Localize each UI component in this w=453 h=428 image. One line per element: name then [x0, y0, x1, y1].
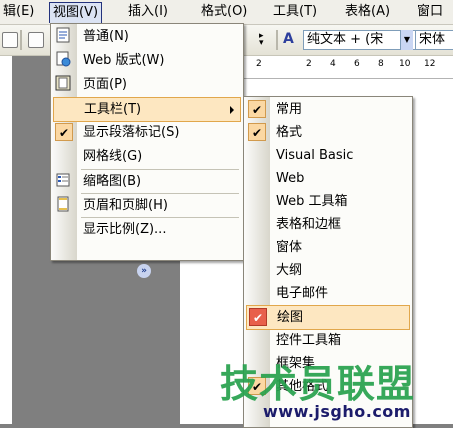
menu-view[interactable]: 视图(V) [49, 2, 103, 23]
menu-item-label: Web [276, 171, 305, 186]
check-icon: ✔ [248, 100, 266, 118]
menu-item-label: 绘图 [277, 310, 304, 325]
menu-item-label: 常用 [276, 102, 303, 117]
view-menu-item-toolbars[interactable]: 工具栏(T) [53, 97, 241, 122]
ruler-number: 2 [256, 59, 262, 69]
web-layout-icon [55, 51, 73, 69]
menu-item-label: 控件工具箱 [276, 333, 342, 348]
menu-tools[interactable]: 工具(T) [270, 3, 320, 21]
toolbar-item-tables-borders[interactable]: 表格和边框 [246, 213, 410, 236]
menu-item-label: 电子邮件 [276, 286, 329, 301]
menu-format[interactable]: 格式(O) [198, 3, 250, 21]
toolbar-separator [20, 30, 22, 50]
toolbar-item-control-toolbox[interactable]: 控件工具箱 [246, 329, 410, 352]
document-left-margin [0, 56, 12, 424]
check-icon: ✔ [249, 308, 267, 326]
style-dropdown-arrow-icon[interactable]: ▼ [400, 30, 413, 50]
watermark-logo-text: 技术员联盟 [220, 362, 416, 406]
check-icon: ✔ [55, 123, 73, 141]
view-menu-item-web-layout[interactable]: Web 版式(W) [53, 49, 241, 72]
view-menu-item-thumbnails[interactable]: 缩略图(B) [53, 170, 241, 193]
view-menu-item-normal[interactable]: 普通(N) [53, 25, 241, 48]
open-icon[interactable] [2, 32, 18, 48]
font-select[interactable]: 宋体 [415, 30, 453, 50]
toolbar-item-standard[interactable]: ✔ 常用 [246, 98, 410, 121]
toolbar-overflow-icon[interactable]: ▸ ▾ [259, 32, 269, 48]
normal-view-icon [55, 27, 73, 45]
header-footer-icon [55, 196, 73, 214]
menu-item-label: 缩略图(B) [83, 174, 142, 189]
menu-item-label: 表格和边框 [276, 217, 342, 232]
menu-item-label: 窗体 [276, 240, 303, 255]
styles-icon[interactable]: A [283, 30, 301, 48]
menu-item-label: Web 工具箱 [276, 194, 348, 209]
toolbar-item-visual-basic[interactable]: Visual Basic [246, 144, 410, 167]
menu-bar: 辑(E) 视图(V) 插入(I) 格式(O) 工具(T) 表格(A) 窗口 [0, 0, 453, 25]
view-menu-item-header-footer[interactable]: 页眉和页脚(H) [53, 194, 241, 217]
ruler-number: 10 [399, 59, 411, 69]
toolbar-item-web-tools[interactable]: Web 工具箱 [246, 190, 410, 213]
toolbar-item-drawing[interactable]: ✔ 绘图 [246, 305, 410, 330]
ruler-number: 6 [354, 59, 360, 69]
menu-item-label: 网格线(G) [83, 149, 143, 164]
view-menu-item-gridlines[interactable]: 网格线(G) [53, 145, 241, 168]
ruler-number: 12 [424, 59, 436, 69]
menu-item-label: Web 版式(W) [83, 53, 165, 68]
watermark-url: www.jsgho.com [263, 402, 411, 421]
submenu-arrow-icon [230, 106, 234, 114]
toolbar-item-formatting[interactable]: ✔ 格式 [246, 121, 410, 144]
ruler-number: 2 [306, 59, 312, 69]
toolbar-item-email[interactable]: 电子邮件 [246, 282, 410, 305]
menu-item-label: 大纲 [276, 263, 303, 278]
view-menu-item-show-paragraph-marks[interactable]: ✔ 显示段落标记(S) [53, 121, 241, 144]
menu-item-label: 格式 [276, 125, 303, 140]
toolbar-item-web[interactable]: Web [246, 167, 410, 190]
menu-table[interactable]: 表格(A) [342, 3, 393, 21]
menu-item-label: 显示段落标记(S) [83, 125, 180, 140]
menu-window[interactable]: 窗口 [414, 3, 446, 21]
thumbnail-icon [55, 172, 73, 190]
view-menu-item-zoom[interactable]: 显示比例(Z)... [53, 218, 241, 241]
check-icon: ✔ [248, 123, 266, 141]
menu-item-label: 页眉和页脚(H) [83, 198, 168, 213]
indent-marker-icon[interactable] [282, 59, 292, 66]
menu-edit[interactable]: 辑(E) [0, 3, 37, 21]
toolbar-item-outline[interactable]: 大纲 [246, 259, 410, 282]
menu-item-label: 普通(N) [83, 29, 129, 44]
ruler-number: 8 [378, 59, 384, 69]
toolbar-separator [276, 30, 278, 50]
horizontal-ruler[interactable]: 2 2 4 6 8 10 12 [244, 56, 453, 79]
menu-item-label: Visual Basic [276, 148, 354, 163]
menu-insert[interactable]: 插入(I) [125, 3, 171, 21]
menu-item-label: 工具栏(T) [84, 102, 142, 117]
view-menu-item-print-layout[interactable]: 页面(P) [53, 73, 241, 96]
ruler-number: 4 [330, 59, 336, 69]
toolbar-item-forms[interactable]: 窗体 [246, 236, 410, 259]
expand-menu-chevron-icon[interactable]: » [137, 264, 151, 278]
print-layout-icon [55, 75, 73, 93]
menu-item-label: 页面(P) [83, 77, 127, 92]
view-menu: 普通(N) Web 版式(W) 页面(P) 工具栏(T) ✔ 显示段落标记(S)… [50, 23, 244, 278]
menu-item-label: 显示比例(Z)... [83, 222, 167, 237]
print-icon[interactable] [28, 32, 44, 48]
